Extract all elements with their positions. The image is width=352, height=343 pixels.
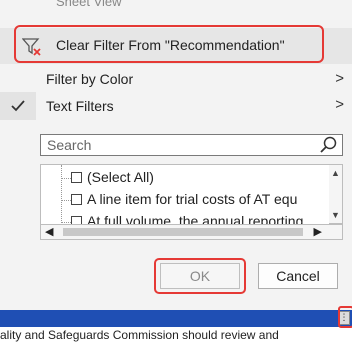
highlight-resize-grip xyxy=(338,306,352,328)
filter-by-color-item[interactable]: Filter by Color > xyxy=(0,66,352,92)
checkbox[interactable] xyxy=(71,172,82,183)
cancel-button[interactable]: Cancel xyxy=(258,263,338,289)
search-placeholder: Search xyxy=(47,137,92,153)
list-item-label: A line item for trial costs of AT equ xyxy=(87,191,298,207)
checkbox[interactable] xyxy=(71,194,82,205)
chevron-right-icon: > xyxy=(335,96,344,113)
filter-by-color-label: Filter by Color xyxy=(46,71,134,87)
search-icon xyxy=(320,136,337,153)
list-item-label: (Select All) xyxy=(87,169,154,185)
sheet-cell-text: ality and Safeguards Commission should r… xyxy=(0,328,279,342)
horizontal-scrollbar[interactable]: ◀ ▶ xyxy=(40,224,343,240)
chevron-up-icon[interactable]: ▲ xyxy=(331,168,340,178)
vertical-scrollbar[interactable]: ▲ ▼ xyxy=(329,164,343,224)
checkmark-icon xyxy=(0,92,36,120)
text-filters-item[interactable]: Text Filters > xyxy=(0,92,352,120)
sheet-view-item[interactable]: Sheet View xyxy=(56,0,122,9)
highlight-clear-filter xyxy=(14,25,324,63)
text-filters-label: Text Filters xyxy=(46,98,114,114)
chevron-right-icon: > xyxy=(335,70,344,87)
search-input[interactable]: Search xyxy=(40,134,343,156)
sheet-header-bar xyxy=(0,310,352,327)
chevron-down-icon[interactable]: ▼ xyxy=(331,210,340,220)
highlight-ok-button xyxy=(154,258,246,294)
scrollbar-thumb[interactable] xyxy=(63,228,303,236)
chevron-right-icon[interactable]: ▶ xyxy=(314,225,322,238)
chevron-left-icon[interactable]: ◀ xyxy=(45,225,53,238)
